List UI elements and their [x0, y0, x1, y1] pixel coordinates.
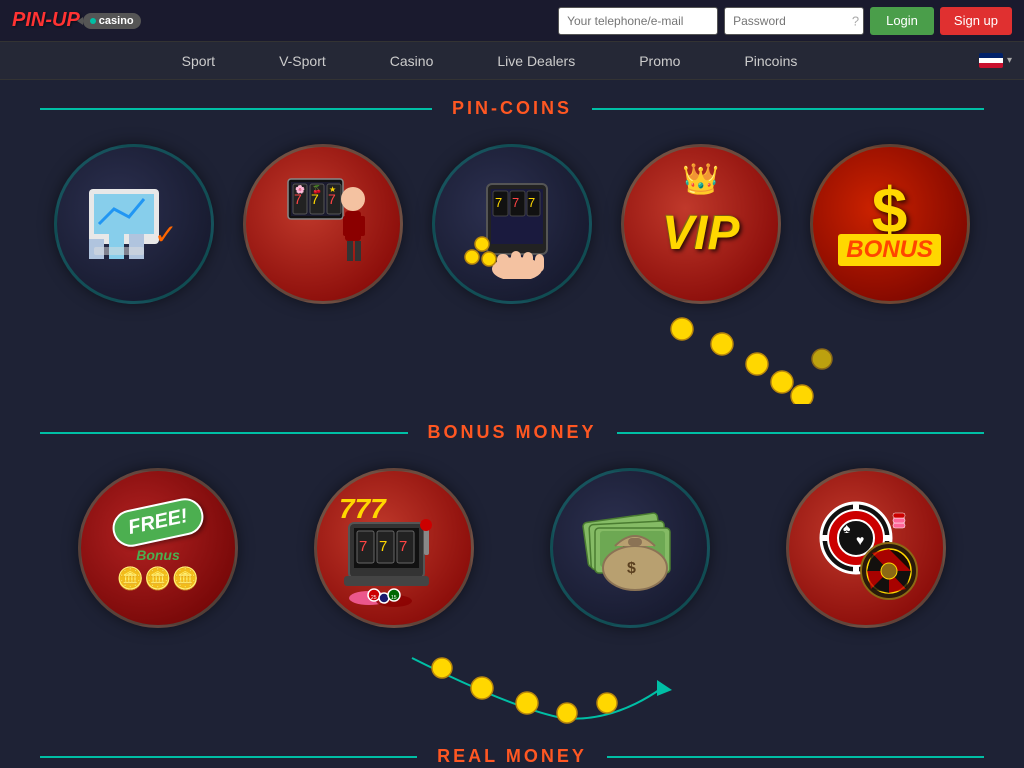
svg-text:♥: ♥	[856, 532, 864, 548]
chevron-down-icon: ▾	[1007, 55, 1012, 66]
analytics-content: ✓	[57, 147, 211, 301]
svg-text:25: 25	[371, 595, 377, 601]
header-auth-area: ? Login Sign up	[558, 7, 1012, 35]
logo-casino-text: casino	[99, 15, 134, 27]
roulette-circle[interactable]: ♠ ♥	[786, 468, 946, 628]
free-bonus-content: FREE! Bonus 🪙🪙🪙	[112, 504, 204, 592]
svg-text:7: 7	[512, 195, 519, 210]
login-button[interactable]: Login	[870, 7, 934, 35]
bonus-money-title: BONUS MONEY	[408, 422, 617, 443]
language-selector[interactable]: ▾	[979, 53, 1012, 68]
pin-coins-title: PIN-COINS	[432, 98, 592, 119]
bonus-money-icons-row: FREE! Bonus 🪙🪙🪙 777 7 7	[40, 453, 984, 638]
roulette-content: ♠ ♥	[789, 471, 943, 625]
money-bag-circle[interactable]: $ $	[550, 468, 710, 628]
phone-email-input[interactable]	[558, 7, 718, 35]
svg-text:7: 7	[495, 195, 502, 210]
analytics-svg: ✓	[79, 169, 189, 279]
nav-items: Sport V-Sport Casino Live Dealers Promo …	[0, 42, 979, 80]
svg-text:7: 7	[528, 195, 535, 210]
logo-casino-badge: casino	[83, 13, 141, 29]
uk-flag-icon	[979, 53, 1003, 68]
svg-text:♠: ♠	[843, 520, 851, 536]
free-badge-text: FREE!	[109, 495, 207, 550]
divider-line-left	[40, 108, 432, 110]
navigation: Sport V-Sport Casino Live Dealers Promo …	[0, 42, 1024, 80]
pin-coins-divider: PIN-COINS	[40, 98, 984, 119]
real-money-divider-right	[607, 756, 984, 758]
money-bag-svg: $ $	[570, 488, 690, 608]
analytics-icon-circle[interactable]: ✓	[54, 144, 214, 304]
header: PIN-UP casino ? Login Sign up	[0, 0, 1024, 42]
mobile-svg: 7 7 7	[457, 169, 567, 279]
play-slots-circle[interactable]: 777 7 7 7	[314, 468, 474, 628]
sidebar-item-sport[interactable]: Sport	[150, 42, 247, 80]
password-wrap: ?	[724, 7, 864, 35]
slots-girl-icon-circle[interactable]: 7 7 7 🌸 🍒 ★	[243, 144, 403, 304]
bonus-divider-right	[617, 432, 985, 434]
bonus-money-divider: BONUS MONEY	[40, 422, 984, 443]
vip-label-text: VIP	[662, 210, 739, 258]
sidebar-item-casino[interactable]: Casino	[358, 42, 466, 80]
coins-arrow-svg	[40, 314, 984, 404]
sidebar-item-promo[interactable]: Promo	[607, 42, 712, 80]
bonus-divider-left	[40, 432, 408, 434]
svg-text:777: 777	[339, 493, 387, 524]
logo-pin-text: PIN-UP	[12, 9, 80, 32]
svg-text:✓: ✓	[154, 219, 177, 250]
password-input[interactable]	[724, 7, 864, 35]
money-bag-content: $ $	[553, 471, 707, 625]
svg-text:15: 15	[391, 595, 397, 601]
divider-line-right	[592, 108, 984, 110]
bonus-sub-label: Bonus	[136, 547, 180, 563]
svg-text:$: $	[627, 560, 636, 577]
sidebar-item-pincoins[interactable]: Pincoins	[712, 42, 829, 80]
bonus-dollar-icon: $	[872, 182, 908, 240]
svg-text:🌸: 🌸	[295, 184, 305, 194]
real-money-coins-svg	[40, 638, 984, 728]
svg-text:🍒: 🍒	[312, 184, 322, 194]
roulette-svg: ♠ ♥	[801, 483, 931, 613]
coins-transition-area	[40, 314, 984, 404]
sidebar-item-vsport[interactable]: V-Sport	[247, 42, 358, 80]
free-bonus-circle[interactable]: FREE! Bonus 🪙🪙🪙	[78, 468, 238, 628]
bonus-text-label: BONUS	[838, 234, 941, 266]
logo: PIN-UP casino	[12, 9, 141, 32]
real-money-transition	[40, 638, 984, 728]
svg-text:7: 7	[399, 538, 407, 555]
mobile-casino-content: 7 7 7	[435, 147, 589, 301]
play-slots-svg: 777 7 7 7	[329, 483, 459, 613]
pin-coins-icons-row: ✓ 7 7 7	[40, 129, 984, 314]
svg-text:7: 7	[359, 538, 367, 555]
logo-dot-icon	[90, 18, 96, 24]
crown-icon: 👑	[682, 162, 719, 197]
signup-button[interactable]: Sign up	[940, 7, 1012, 35]
real-money-title: REAL MONEY	[417, 746, 607, 767]
svg-text:★: ★	[329, 185, 336, 194]
bonus-icon-circle[interactable]: $ BONUS	[810, 144, 970, 304]
slots-girl-content: 7 7 7 🌸 🍒 ★	[246, 147, 400, 301]
bonus-content: $ BONUS	[838, 182, 941, 267]
play-slots-content: 777 7 7 7	[317, 471, 471, 625]
vip-icon-circle[interactable]: 👑 VIP	[621, 144, 781, 304]
mobile-casino-icon-circle[interactable]: 7 7 7	[432, 144, 592, 304]
svg-text:7: 7	[379, 538, 387, 555]
main-content: PIN-COINS ✓	[0, 80, 1024, 768]
password-help-icon[interactable]: ?	[852, 13, 859, 28]
coins-stack-icon: 🪙🪙🪙	[117, 566, 199, 592]
sidebar-item-live-dealers[interactable]: Live Dealers	[465, 42, 607, 80]
slots-girl-svg: 7 7 7 🌸 🍒 ★	[263, 164, 383, 284]
vip-content: 👑 VIP	[624, 147, 778, 301]
real-money-divider-left	[40, 756, 417, 758]
real-money-divider: REAL MONEY	[40, 746, 984, 767]
